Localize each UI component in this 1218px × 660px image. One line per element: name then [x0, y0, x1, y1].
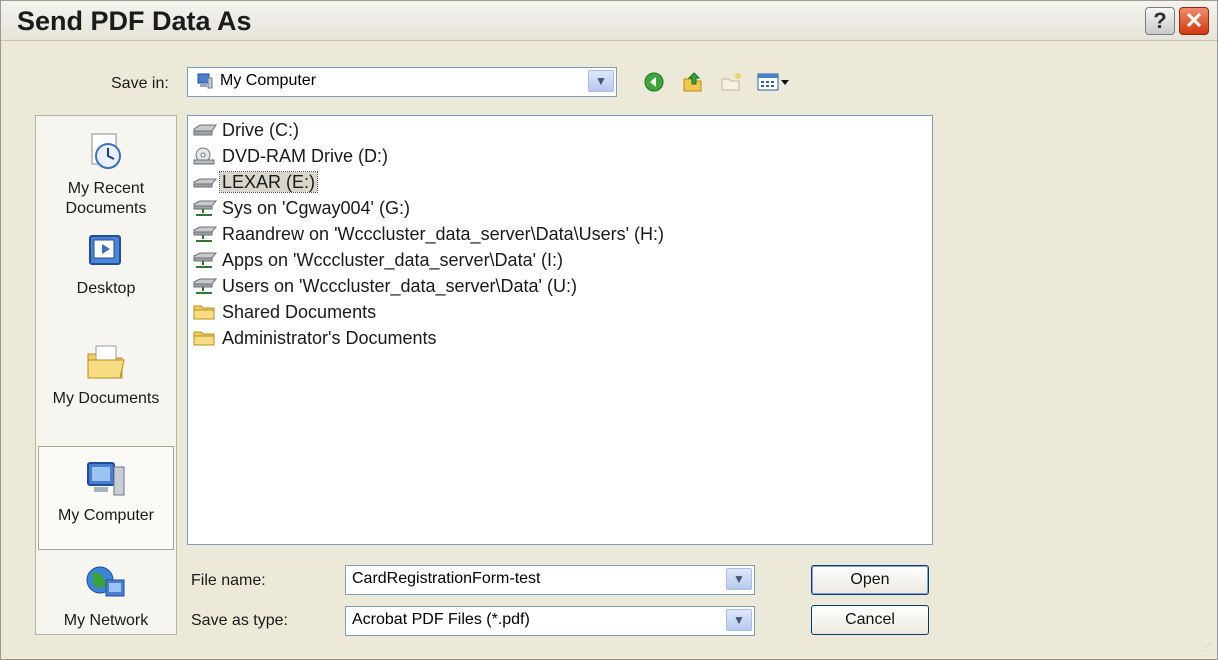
up-folder-icon[interactable]: [681, 71, 705, 93]
title-bar[interactable]: Send PDF Data As ? ✕: [1, 1, 1217, 41]
my-documents-icon: [87, 345, 125, 379]
back-icon[interactable]: [643, 71, 665, 93]
file-list[interactable]: Drive (C:) DVD-RAM Drive (D:) LEXAR (E:)…: [187, 115, 933, 545]
network-drive-icon: [193, 278, 218, 294]
list-item[interactable]: Apps on 'Wcccluster_data_server\Data' (I…: [192, 250, 565, 274]
resize-grip-icon[interactable]: ⋰: [1201, 642, 1211, 653]
list-item[interactable]: DVD-RAM Drive (D:): [192, 146, 390, 170]
desktop-icon: [89, 235, 121, 265]
save-in-value: My Computer: [220, 72, 317, 89]
save-in-dropdown[interactable]: My Computer ▼: [187, 67, 617, 97]
save-in-label: Save in:: [111, 75, 169, 92]
list-item[interactable]: Raandrew on 'Wcccluster_data_server\Data…: [192, 224, 666, 248]
my-computer-small-icon: [197, 73, 213, 89]
new-folder-icon[interactable]: [719, 71, 743, 93]
list-item[interactable]: Sys on 'Cgway004' (G:): [192, 198, 412, 222]
place-my-documents[interactable]: My Documents: [38, 336, 174, 409]
place-desktop[interactable]: Desktop: [38, 230, 174, 299]
file-name-field[interactable]: CardRegistrationForm-test ▼: [345, 565, 755, 595]
network-globe-icon: [86, 566, 125, 597]
list-item[interactable]: Shared Documents: [192, 302, 378, 326]
chevron-down-icon[interactable]: ▼: [726, 609, 752, 631]
view-menu-icon[interactable]: [757, 71, 791, 93]
place-my-computer[interactable]: My Computer: [38, 446, 174, 550]
dialog-title: Send PDF Data As: [17, 6, 252, 36]
places-bar: My Recent Documents Desktop My Documents: [35, 115, 177, 635]
list-item[interactable]: Drive (C:): [192, 120, 301, 144]
cancel-button[interactable]: Cancel: [811, 605, 929, 635]
file-name-label: File name:: [191, 572, 266, 589]
network-drive-icon: [193, 226, 218, 242]
close-button[interactable]: ✕: [1179, 7, 1209, 35]
place-my-network[interactable]: My Network: [38, 562, 174, 631]
open-button[interactable]: Open: [811, 565, 929, 595]
save-as-type-label: Save as type:: [191, 612, 288, 629]
list-item[interactable]: Administrator's Documents: [192, 328, 439, 352]
help-button[interactable]: ?: [1145, 7, 1175, 35]
list-item[interactable]: Users on 'Wcccluster_data_server\Data' (…: [192, 276, 579, 300]
list-item-selected[interactable]: LEXAR (E:): [192, 171, 319, 196]
chevron-down-icon[interactable]: ▼: [726, 568, 752, 590]
removable-drive-icon: [193, 178, 218, 188]
my-computer-icon: [87, 462, 125, 496]
network-drive-icon: [193, 252, 218, 268]
chevron-down-icon[interactable]: ▼: [588, 70, 614, 92]
dialog-window: Send PDF Data As ? ✕ Save in: My Compute…: [0, 0, 1218, 660]
recent-documents-icon: [91, 133, 121, 169]
folder-icon: [193, 305, 215, 320]
save-as-type-dropdown[interactable]: Acrobat PDF Files (*.pdf) ▼: [345, 606, 755, 636]
hard-drive-icon: [193, 124, 217, 136]
network-drive-icon: [193, 200, 218, 216]
dvd-drive-icon: [193, 147, 215, 165]
folder-icon: [193, 331, 215, 346]
place-my-recent-documents[interactable]: My Recent Documents: [38, 130, 174, 219]
